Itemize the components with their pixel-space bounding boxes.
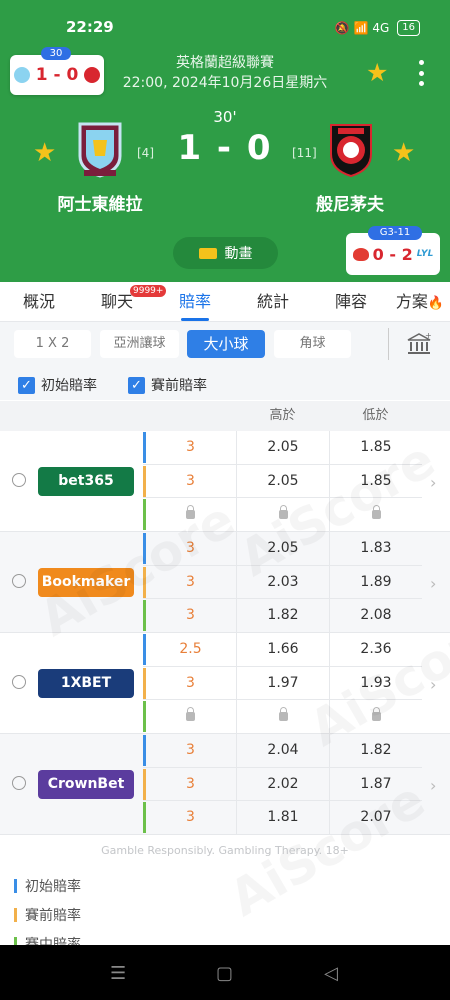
column-over: 高於: [269, 408, 296, 423]
under-odds: 2.08: [329, 599, 422, 632]
favorite-star-icon[interactable]: ★: [366, 58, 388, 87]
away-rank: [11]: [292, 146, 317, 160]
home-rank: [4]: [137, 146, 154, 160]
bookmaker-radio[interactable]: [12, 473, 26, 487]
tab-label: 陣容: [334, 292, 367, 311]
away-team-name[interactable]: 般尼茅夫: [290, 190, 410, 215]
match-header: 22:29 🔕 📶 4G 16 1 - 0 30 英格蘭超級聯賽 22:00, …: [0, 0, 450, 282]
match-minute: 30': [213, 108, 237, 126]
tab-tips[interactable]: 方案🔥: [390, 282, 450, 321]
bookmaker-logo: CrownBet: [38, 770, 134, 799]
initial-odds-checkbox[interactable]: ✓ 初始賠率: [18, 375, 97, 395]
market-over-under[interactable]: 大小球: [187, 330, 265, 358]
chevron-right-icon[interactable]: ›: [430, 574, 436, 593]
legend-color-bar: [14, 908, 17, 922]
under-odds: 1.89: [329, 566, 422, 599]
checkmark-icon: ✓: [18, 376, 35, 394]
tab-lineup[interactable]: 陣容: [312, 282, 390, 321]
animation-button[interactable]: 動畫: [173, 237, 278, 269]
over-odds: 1.97: [236, 667, 329, 700]
tab-label: 統計: [256, 292, 289, 311]
bookmaker-logo: 1XBET: [38, 669, 134, 698]
tab-label: 方案: [395, 292, 428, 311]
status-time: 22:29: [66, 18, 114, 36]
chevron-right-icon[interactable]: ›: [430, 776, 436, 795]
handicap-line: 3: [186, 439, 195, 455]
tab-odds[interactable]: 賠率: [156, 282, 234, 321]
divider: [388, 328, 389, 360]
match-score: 1 - 0: [177, 128, 273, 168]
checkbox-label: 初始賠率: [41, 378, 97, 394]
odds-table-header: 高於 低於: [0, 401, 450, 431]
market-1x2[interactable]: 1 X 2: [14, 330, 91, 358]
lock-icon: [186, 707, 195, 721]
bookmaker-settings-icon[interactable]: +: [406, 331, 432, 357]
checkbox-label: 賽前賠率: [151, 378, 207, 394]
back-icon[interactable]: ◁: [324, 963, 338, 984]
lock-icon: [144, 700, 237, 733]
tab-stats[interactable]: 統計: [234, 282, 312, 321]
tab-label: 概況: [22, 292, 55, 311]
over-odds: 2.02: [236, 768, 329, 801]
handicap-line: 2.5: [179, 641, 202, 657]
handicap-line: 3: [186, 675, 195, 691]
market-corners[interactable]: 角球: [274, 330, 351, 358]
legend-initial: 初始賠率: [14, 876, 81, 896]
animation-label: 動畫: [224, 246, 253, 262]
promo-score: 0 - 2: [372, 244, 413, 264]
aston-villa-crest-icon[interactable]: [78, 122, 122, 178]
legend-pregame: 賽前賠率: [14, 905, 81, 925]
system-nav-bar: ☰ ▢ ◁: [0, 945, 450, 1000]
odds-filter-checkboxes: ✓ 初始賠率 ✓ 賽前賠率: [0, 370, 450, 400]
promo-team-logo: LYL: [416, 249, 434, 259]
more-menu-icon[interactable]: [414, 60, 428, 86]
home-favorite-star-icon[interactable]: ★: [33, 138, 56, 168]
fire-icon: 🔥: [427, 296, 445, 311]
handicap-line: 3: [186, 776, 195, 792]
home-icon[interactable]: ▢: [216, 963, 233, 984]
legend-color-bar: [14, 879, 17, 893]
status-bar: 22:29 🔕 📶 4G 16: [0, 18, 450, 40]
bournemouth-crest-icon[interactable]: [328, 122, 374, 178]
bookmaker-radio[interactable]: [12, 776, 26, 790]
promo-badge: G3-11: [368, 226, 422, 240]
tab-label: 賠率: [178, 292, 211, 311]
bookmaker-radio[interactable]: [12, 574, 26, 588]
market-asian-handicap[interactable]: 亞洲讓球: [100, 330, 179, 358]
svg-text:+: +: [425, 331, 432, 340]
tab-chat[interactable]: 聊天 9999+: [78, 282, 167, 321]
tab-label: 聊天: [100, 292, 133, 311]
signal-icons: 🔕 📶 4G: [334, 21, 390, 35]
recent-apps-icon[interactable]: ☰: [110, 963, 126, 984]
battery-icon: 16: [397, 20, 420, 36]
bookmaker-radio[interactable]: [12, 675, 26, 689]
handicap-line: 3: [186, 607, 195, 623]
weibo-icon: [352, 247, 369, 261]
tab-overview[interactable]: 概況: [0, 282, 78, 321]
over-odds: 1.66: [236, 633, 329, 666]
app-root: 22:29 🔕 📶 4G 16 1 - 0 30 英格蘭超級聯賽 22:00, …: [0, 0, 450, 1000]
over-odds: 2.04: [236, 734, 329, 767]
match-tabs: 概況 聊天 9999+ 賠率 統計 陣容 方案🔥: [0, 282, 450, 322]
bookmaker-logo: bet365: [38, 467, 134, 496]
away-favorite-star-icon[interactable]: ★: [392, 138, 415, 168]
handicap-line: 3: [186, 473, 195, 489]
odds-line: 3 2.04 1.82: [143, 734, 422, 767]
market-selector: 1 X 2 亞洲讓球 大小球 角球 +: [0, 322, 450, 370]
legend-label: 賽前賠率: [25, 908, 81, 924]
checkmark-icon: ✓: [128, 376, 145, 394]
home-team-name[interactable]: 阿士東維拉: [40, 190, 160, 215]
over-odds: 2.05: [236, 431, 329, 464]
legend-label: 初始賠率: [25, 879, 81, 895]
column-under: 低於: [362, 408, 389, 423]
odds-line: 3 1.82 2.08: [143, 598, 422, 632]
pregame-odds-checkbox[interactable]: ✓ 賽前賠率: [128, 375, 207, 395]
handicap-line: 3: [186, 742, 195, 758]
over-odds: 1.82: [236, 599, 329, 632]
gamble-disclaimer: Gamble Responsibly. Gambling Therapy. 18…: [101, 844, 349, 857]
handicap-line: 3: [186, 809, 195, 825]
status-icons: 🔕 📶 4G 16: [335, 20, 420, 36]
animation-icon: [198, 247, 217, 259]
lock-icon: [278, 707, 288, 721]
